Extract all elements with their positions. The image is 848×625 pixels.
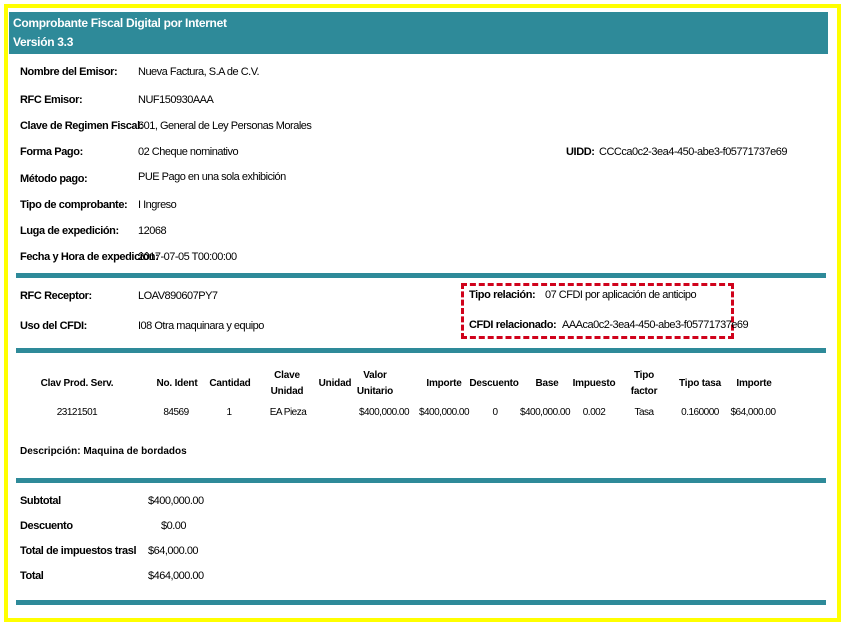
table-cell: 84569 — [163, 407, 189, 418]
table-cell: EA Pieza — [269, 407, 307, 418]
table-cell: 0 — [492, 407, 498, 418]
subtotal-value: $400,000.00 — [148, 495, 204, 507]
rfc-receptor-label: RFC Receptor: — [20, 290, 92, 302]
regimen-fiscal-label: Clave de Regimen Fiscal: — [20, 120, 144, 132]
col-header: Tipo tasa — [679, 378, 721, 389]
uidd-label: UIDD: — [566, 146, 595, 158]
metodo-pago-label: Método pago: — [20, 173, 88, 185]
total-impuestos-label: Total de impuestos traslada — [20, 545, 136, 557]
emisor-name-value: Nueva Factura, S.A de C.V. — [138, 66, 260, 78]
col-header: Importe — [426, 378, 462, 389]
col-header: Clave Unidad — [270, 370, 304, 397]
metodo-pago-value: PUE Pago en una sola exhibición — [138, 171, 286, 183]
col-header: Cantidad — [209, 378, 251, 389]
tipo-relacion-label: Tipo relación: — [469, 289, 536, 301]
rfc-receptor-value: LOAV890607PY7 — [138, 290, 218, 302]
total-label: Total — [20, 570, 44, 582]
rfc-emisor-label: RFC Emisor: — [20, 94, 83, 106]
section-divider — [16, 348, 826, 353]
tipo-relacion-value: 07 CFDI por aplicación de anticipo — [545, 289, 697, 301]
forma-pago-value: 02 Cheque nominativo — [138, 146, 239, 158]
forma-pago-label: Forma Pago: — [20, 146, 83, 158]
descuento-label: Descuento — [20, 520, 73, 532]
tipo-comprobante-value: I Ingreso — [138, 199, 177, 211]
table-cell: $400,000.00 — [519, 407, 571, 418]
concept-description: Descripción: Maquina de bordados — [20, 446, 187, 457]
rfc-emisor-value: NUF150930AAA — [138, 94, 214, 106]
document-header: Comprobante Fiscal Digital por Internet … — [9, 12, 828, 54]
col-header: Clav Prod. Serv. — [40, 378, 114, 389]
section-divider — [16, 478, 826, 483]
col-header: Impuesto — [572, 378, 616, 389]
fecha-expedicion-value: 2017-07-05 T00:00:00 — [138, 251, 237, 263]
table-cell: Tasa — [634, 407, 654, 418]
table-cell: 0.002 — [582, 407, 606, 418]
subtotal-label: Subtotal — [20, 495, 61, 507]
col-header: Base — [535, 378, 559, 389]
section-divider — [16, 273, 826, 278]
lugar-expedicion-value: 12068 — [138, 225, 167, 237]
regimen-fiscal-value: 601, General de Ley Personas Morales — [138, 120, 312, 132]
uso-cfdi-label: Uso del CFDI: — [20, 320, 87, 332]
col-header: Valor Unitario — [356, 370, 394, 397]
lugar-expedicion-label: Luga de expedición: — [20, 225, 119, 237]
col-header: Descuento — [469, 378, 519, 389]
document-title: Comprobante Fiscal Digital por Internet — [13, 16, 227, 30]
col-header: No. Ident — [156, 378, 198, 389]
total-impuestos-value: $64,000.00 — [148, 545, 199, 557]
document-version: Versión 3.3 — [13, 35, 74, 49]
cfdi-relacionado-value: AAAca0c2-3ea4-450-abe3-f05771737e69 — [562, 319, 749, 331]
table-cell: $400,000.00 — [358, 407, 410, 418]
cfdi-relacionado-label: CFDI relacionado: — [469, 319, 557, 331]
col-header: Importe — [736, 378, 772, 389]
tipo-comprobante-label: Tipo de comprobante: — [20, 199, 128, 211]
uso-cfdi-value: I08 Otra maquinara y equipo — [138, 320, 264, 332]
table-cell: 23121501 — [56, 407, 98, 418]
table-cell: 0.160000 — [681, 407, 719, 418]
table-cell: 1 — [226, 407, 232, 418]
descuento-value: $0.00 — [161, 520, 187, 532]
total-value: $464,000.00 — [148, 570, 204, 582]
section-divider — [16, 600, 826, 605]
table-cell: $64,000.00 — [730, 407, 776, 418]
emisor-name-label: Nombre del Emisor: — [20, 66, 118, 78]
uidd-value: CCCca0c2-3ea4-450-abe3-f05771737e69 — [599, 146, 787, 158]
col-header: Tipo factor — [630, 370, 658, 397]
table-cell: $400,000.00 — [418, 407, 470, 418]
